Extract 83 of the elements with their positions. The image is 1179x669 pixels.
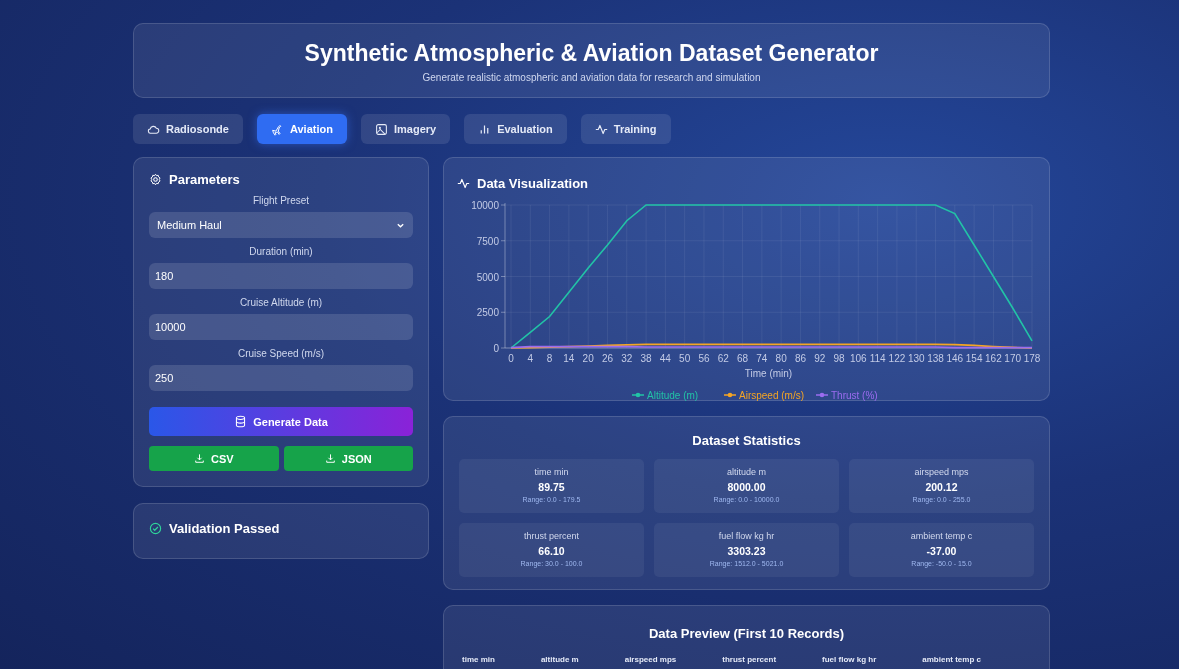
y-tick-label: 7500 xyxy=(476,235,499,247)
x-tick-label: 44 xyxy=(659,353,671,364)
database-icon xyxy=(234,415,248,428)
x-tick-label: 38 xyxy=(640,353,652,364)
x-tick-label: 138 xyxy=(927,353,944,364)
image-icon xyxy=(374,122,388,136)
column-header: ambient temp c xyxy=(922,655,981,664)
tab[interactable]: Aviation xyxy=(256,114,347,144)
x-tick-label: 130 xyxy=(907,353,925,364)
y-tick-label: 5000 xyxy=(476,271,499,283)
legend-label: Altitude (m) xyxy=(647,390,699,401)
preset-dropdown[interactable]: Medium Haul xyxy=(149,212,413,238)
x-tick-label: 50 xyxy=(679,353,691,364)
legend-label: Airspeed (m/s) xyxy=(739,390,805,401)
tab[interactable]: Training xyxy=(580,114,671,144)
x-tick-label: 14 xyxy=(563,353,575,364)
field-label: Cruise Speed (m/s) xyxy=(237,348,325,359)
x-tick-label: 86 xyxy=(794,353,806,364)
x-tick-label: 32 xyxy=(621,353,633,364)
x-tick-label: 8 xyxy=(546,353,553,364)
y-tick-label: 2500 xyxy=(476,307,499,319)
stat-value: 3303.23 xyxy=(726,545,767,557)
generate-button[interactable]: Generate Data xyxy=(149,407,413,436)
x-tick-label: 56 xyxy=(698,353,710,364)
download-icon xyxy=(193,453,205,464)
x-tick-label: 106 xyxy=(850,353,867,364)
stat-value: -37.00 xyxy=(925,545,958,557)
page-title: Synthetic Atmospheric & Aviation Dataset Generator xyxy=(303,40,880,67)
field-label: Flight Preset xyxy=(252,195,310,206)
field-label: Duration (min) xyxy=(249,246,313,257)
x-tick-label: 146 xyxy=(946,353,964,364)
panel-title: Parameters xyxy=(169,172,240,187)
legend-item[interactable]: Altitude (m) xyxy=(631,390,699,401)
download-icon xyxy=(324,453,336,464)
x-tick-label: 74 xyxy=(756,353,768,364)
field-label: Cruise Altitude (m) xyxy=(239,297,323,308)
x-tick-label: 62 xyxy=(717,353,729,364)
x-tick-label: 92 xyxy=(814,353,826,364)
stat-label: time min xyxy=(533,467,570,477)
x-tick-label: 0 xyxy=(508,353,514,364)
x-tick-label: 154 xyxy=(965,353,983,364)
x-tick-label: 20 xyxy=(582,353,594,364)
x-tick-label: 98 xyxy=(833,353,845,364)
panel-title: Dataset Statistics xyxy=(691,433,802,448)
x-tick-label: 114 xyxy=(869,353,886,364)
stat-label: fuel flow kg hr xyxy=(717,531,776,541)
panel-title: Data Visualization xyxy=(477,176,588,191)
settings-icon xyxy=(149,173,162,186)
x-tick-label: 68 xyxy=(737,353,749,364)
pulse-icon xyxy=(457,177,470,190)
x-tick-label: 80 xyxy=(775,353,787,364)
x-tick-label: 26 xyxy=(601,353,614,364)
x-tick-label: 122 xyxy=(888,353,906,364)
stat-value: 8000.00 xyxy=(726,481,767,493)
column-header: fuel flow kg hr xyxy=(822,655,877,664)
x-tick-label: 162 xyxy=(985,353,1002,364)
y-tick-label: 10000 xyxy=(471,200,499,211)
column-header: time min xyxy=(462,655,495,664)
x-axis-title: Time (min) xyxy=(744,368,793,379)
column-header: thrust percent xyxy=(722,655,777,664)
validation-status: Validation Passed xyxy=(169,521,280,536)
column-header: altitude m xyxy=(540,655,579,664)
stat-value: 200.12 xyxy=(924,481,959,493)
x-tick-label: 4 xyxy=(527,353,534,364)
stat-label: thrust percent xyxy=(523,531,580,541)
stat-value: 66.10 xyxy=(537,545,566,557)
stat-label: ambient temp c xyxy=(909,531,974,541)
panel-title: Data Preview (First 10 Records) xyxy=(647,626,846,641)
stat-label: altitude m xyxy=(726,467,767,477)
y-tick-label: 0 xyxy=(493,343,499,354)
pulse-icon xyxy=(594,122,608,136)
check-circle-icon xyxy=(149,522,162,535)
stat-label: airspeed mps xyxy=(913,467,970,477)
stat-value: 89.75 xyxy=(537,481,566,493)
x-tick-label: 178 xyxy=(1023,353,1041,364)
legend-item[interactable]: Airspeed (m/s) xyxy=(723,390,804,401)
x-tick-label: 170 xyxy=(1004,353,1022,364)
page-subtitle: Generate realistic atmospheric and aviation data for research and simulation xyxy=(421,72,762,83)
tab[interactable]: Imagery xyxy=(360,114,451,144)
column-header: airspeed mps xyxy=(624,655,677,664)
tab[interactable]: Evaluation xyxy=(464,114,567,144)
legend-label: Thrust (%) xyxy=(831,390,878,401)
tab[interactable]: Radiosonde xyxy=(133,114,243,144)
